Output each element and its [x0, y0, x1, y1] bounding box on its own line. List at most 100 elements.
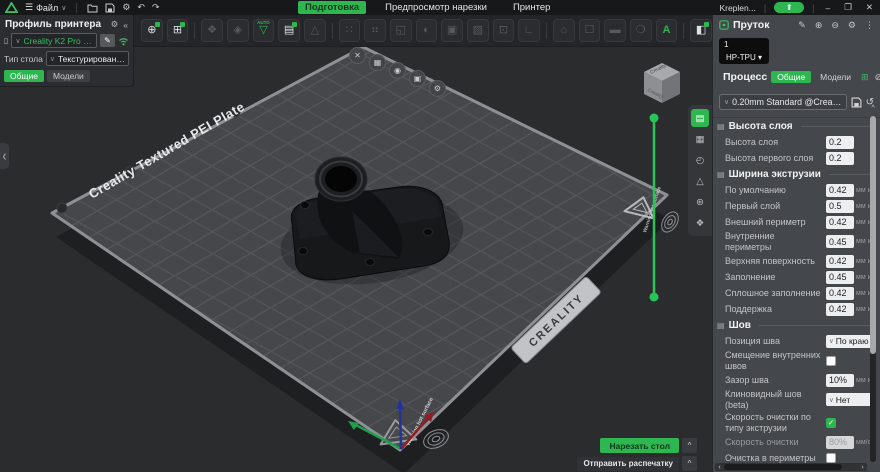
setting-input[interactable]: 0.42	[826, 286, 854, 300]
setting-input[interactable]: 0.42	[826, 302, 854, 316]
setting-input[interactable]: 0.2	[826, 135, 854, 149]
scroll-left-button[interactable]: ‹	[715, 464, 724, 471]
save-icon[interactable]	[105, 3, 115, 13]
close-button[interactable]: ✕	[863, 2, 876, 13]
setting-select[interactable]: ∨ Нет	[826, 393, 872, 406]
sidebar-tool-pattern[interactable]: ❖	[691, 214, 709, 232]
main-tab-2[interactable]: Принтер	[506, 1, 557, 14]
setting-input[interactable]: 80%	[826, 435, 854, 449]
collapse-left-handle[interactable]: ❮	[0, 143, 9, 169]
printer-gear-icon[interactable]: ⚙	[111, 19, 119, 30]
undo-icon[interactable]: ↶	[137, 0, 145, 15]
section-header[interactable]: ▤ Высота слоя	[713, 118, 880, 134]
sidebar-tool-prepare[interactable]: ▤	[691, 109, 709, 127]
viewport-canvas[interactable]: Creality Textured PEI Plate CREALITY War…	[0, 47, 712, 472]
align-dots-button[interactable]: ⠶	[364, 19, 386, 42]
setting-input[interactable]: 0.42	[826, 215, 854, 229]
orient-button[interactable]: △	[303, 19, 326, 42]
plate-type-select[interactable]: ∨ Текстурированная PE...	[45, 51, 129, 66]
text-tool-button[interactable]: A	[655, 19, 678, 42]
hatch-fill-button[interactable]: ▨	[466, 19, 489, 42]
main-tab-0[interactable]: Подготовка	[298, 1, 367, 14]
filament-more-button[interactable]: ⋮	[865, 20, 874, 31]
vertical-scrollbar[interactable]: ^	[869, 105, 877, 462]
scale-button[interactable]: ◱	[389, 19, 412, 42]
mirror-button[interactable]: ◐	[415, 19, 438, 42]
setting-checkbox[interactable]	[826, 453, 836, 463]
sidebar-tool-history[interactable]: ◴	[691, 151, 709, 169]
lock-plate-button[interactable]: ▣	[409, 70, 426, 87]
clone-button[interactable]: ▣	[441, 19, 463, 42]
settings-gear-icon[interactable]: ⚙	[122, 0, 130, 15]
slice-plate-button[interactable]: Нарезать стол	[600, 438, 679, 453]
expand-settings-icon[interactable]: ⊞	[861, 72, 869, 83]
slice-options-button[interactable]: ^	[682, 438, 697, 453]
corner-snap-button[interactable]: ∟	[518, 19, 540, 42]
setting-input[interactable]: 0.42	[826, 183, 854, 197]
setting-input[interactable]: 10%	[826, 373, 854, 387]
sidebar-tool-terrain[interactable]: △	[691, 172, 709, 190]
hide-settings-icon[interactable]: ⊘	[875, 72, 880, 83]
left-tab-0[interactable]: Общие	[4, 70, 44, 82]
scroll-up-button[interactable]: ^	[869, 105, 877, 112]
arrange-plate-quick-button[interactable]: ▦	[369, 54, 386, 71]
scroll-right-button[interactable]: ›	[858, 464, 867, 471]
section-header[interactable]: ▤ Ширина экструзии	[713, 166, 880, 182]
process-tab-1[interactable]: Модели	[814, 71, 857, 83]
setting-input[interactable]: 0.45	[826, 235, 854, 248]
delete-plate-button[interactable]: ✕	[349, 47, 366, 64]
process-tab-0[interactable]: Общие	[771, 71, 812, 83]
left-tab-1[interactable]: Модели	[46, 70, 90, 82]
plate-settings-button[interactable]: ⚙	[429, 80, 446, 97]
add-filament-button[interactable]: ⊕	[815, 20, 823, 31]
edit-printer-button[interactable]: ✎	[100, 34, 115, 47]
layout-grid-button[interactable]: ∷	[338, 19, 361, 42]
setting-row: Высота слоя 0.2	[713, 134, 880, 150]
horizontal-scrollbar[interactable]: ‹ ›	[715, 463, 867, 471]
arrange-plate-button[interactable]: ❖	[201, 19, 223, 42]
setting-input[interactable]: 0.2	[826, 151, 854, 165]
restore-button[interactable]: ❐	[841, 2, 855, 13]
printer-select[interactable]: ∨ Creality K2 Pro 0.4 nozzle	[11, 33, 97, 48]
setting-checkbox[interactable]	[826, 355, 836, 366]
camera-view-button[interactable]: ◉	[389, 62, 406, 79]
remove-filament-button[interactable]: ⊖	[831, 20, 839, 31]
scrollbar-thumb[interactable]	[870, 116, 876, 354]
plane-cut-button[interactable]: ▬	[604, 19, 626, 42]
file-menu-button[interactable]: ☰ Файл ∨	[25, 2, 66, 13]
seam-box-button[interactable]: ☐	[578, 19, 601, 42]
setting-checkbox[interactable]: ✓	[826, 417, 836, 428]
scrollbar-thumb[interactable]	[724, 464, 842, 470]
main-tab-1[interactable]: Предпросмотр нарезки	[378, 1, 494, 14]
setting-input[interactable]: 0.5	[826, 199, 854, 213]
open-folder-icon[interactable]	[87, 3, 98, 13]
minimize-button[interactable]: –	[823, 3, 834, 13]
add-plate-button[interactable]: ⊞	[166, 19, 189, 42]
navigation-cube[interactable]: Creality Creality	[644, 63, 680, 103]
preset-select[interactable]: ∨ 0.20mm Standard @Creality K2 Pr...	[719, 94, 847, 110]
filament-slot[interactable]: 1 HP-TPU ▾	[719, 38, 769, 64]
redo-icon[interactable]: ↷	[152, 0, 160, 15]
arrange-all-button[interactable]: ◈	[226, 19, 249, 42]
merge-button[interactable]: ⊡	[492, 19, 515, 42]
setting-input[interactable]: 0.42	[826, 254, 854, 268]
section-header[interactable]: ▤ Шов	[713, 317, 880, 333]
cloud-upload-button[interactable]: ⬆	[774, 2, 805, 13]
sidebar-tool-wheel[interactable]: ⊛	[691, 193, 709, 211]
filament-settings-button[interactable]: ⚙	[848, 20, 856, 31]
split-view-button[interactable]: ◧	[690, 19, 712, 42]
send-print-button[interactable]: Отправить распечатку	[577, 456, 679, 471]
filament-brush-button[interactable]: ✎	[798, 20, 806, 31]
collapse-panel-icon[interactable]: «	[123, 20, 128, 30]
paint-button[interactable]: ❍	[629, 19, 652, 42]
save-preset-icon[interactable]	[851, 97, 862, 108]
wifi-icon[interactable]	[118, 36, 129, 46]
auto-orient-button[interactable]: ▽ AUTO	[252, 19, 275, 42]
setting-select[interactable]: ∨ По краю	[826, 334, 872, 348]
add-model-button[interactable]: ⊕	[141, 19, 163, 42]
support-button[interactable]: ⌂	[552, 19, 575, 42]
sidebar-tool-plate[interactable]: ▦	[691, 130, 709, 148]
send-options-button[interactable]: ^	[682, 456, 697, 471]
fill-plate-button[interactable]: ▤	[278, 19, 300, 42]
setting-input[interactable]: 0.45	[826, 270, 854, 284]
